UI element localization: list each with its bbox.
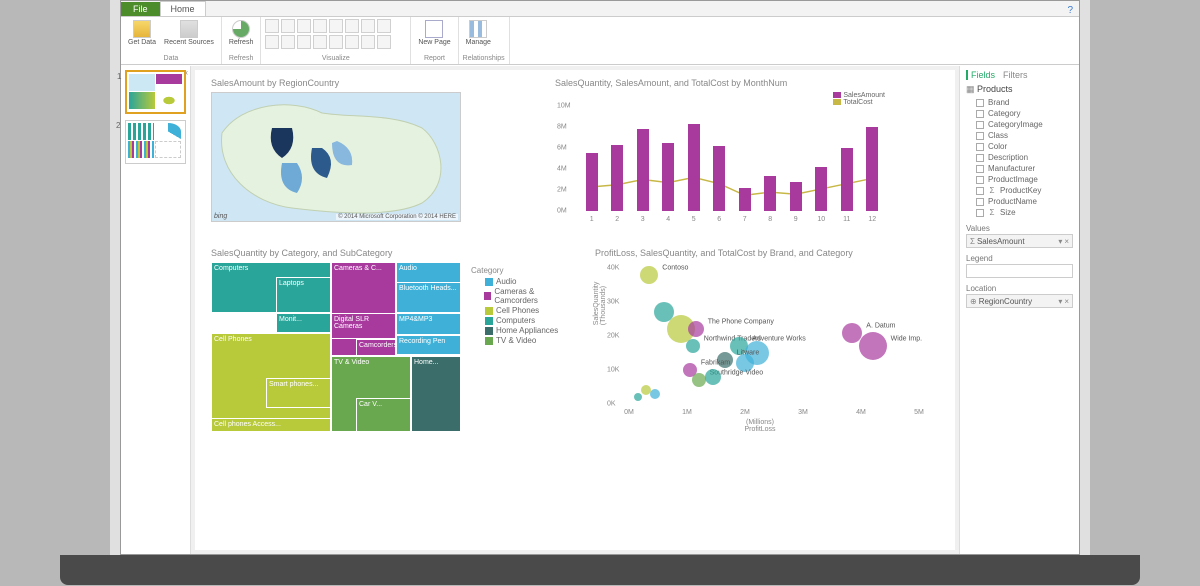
barline-legend: SalesAmount TotalCost [833,92,885,106]
page-thumbnails: ‹ 1 2 [121,66,191,554]
page-thumbnail-2[interactable]: 2 [125,120,186,164]
map-visual[interactable]: bing © 2014 Microsoft Corporation © 2014… [211,92,461,222]
values-well[interactable]: ΣSalesAmount ▾× [966,234,1073,248]
treemap-title: SalesQuantity by Category, and SubCatego… [211,248,581,258]
tab-file[interactable]: File [121,2,160,16]
field-brand[interactable]: Brand [966,97,1073,108]
report-canvas[interactable]: SalesAmount by RegionCountry bing © 2014… [195,70,955,550]
values-dropdown-icon[interactable]: ▾ [1058,237,1062,246]
values-remove-icon[interactable]: × [1064,237,1069,246]
field-class[interactable]: Class [966,130,1073,141]
ribbon-group-report: Report [415,55,453,62]
treemap-legend: Category AudioCameras & CamcordersCell P… [471,266,571,346]
ribbon-group-data: Data [125,55,217,62]
location-dropdown-icon[interactable]: ▾ [1058,297,1062,306]
ribbon-group-relationships: Relationships [463,55,505,62]
fields-pane: Fields Filters Products BrandCategoryCat… [959,66,1079,554]
barline-visual[interactable]: SalesAmount TotalCost 0M2M4M6M8M10M12345… [555,92,885,227]
laptop-base [60,555,1140,585]
field-description[interactable]: Description [966,152,1073,163]
field-category[interactable]: Category [966,108,1073,119]
get-data-button[interactable]: Get Data [125,19,159,47]
manage-relationships-button[interactable]: Manage [463,19,494,47]
visualization-gallery[interactable] [265,19,391,49]
ribbon-group-refresh: Refresh [226,55,257,62]
refresh-button[interactable]: Refresh [226,19,257,47]
fields-tab[interactable]: Fields [966,70,995,80]
map-title: SalesAmount by RegionCountry [211,78,461,88]
field-productname[interactable]: ProductName [966,196,1073,207]
table-products[interactable]: Products [966,84,1073,95]
location-remove-icon[interactable]: × [1064,297,1069,306]
new-page-button[interactable]: New Page [415,19,453,47]
scatter-visual[interactable]: SalesQuantity(Thousands) 0K10K20K30K40K0… [595,262,925,432]
barline-title: SalesQuantity, SalesAmount, and TotalCos… [555,78,895,88]
page-thumbnail-1[interactable]: 1 [125,70,186,114]
treemap-visual[interactable]: ComputersLaptopsMonit...Cameras & C...Di… [211,262,461,432]
location-well-label: Location [966,284,1073,293]
ribbon-tabs: File Home ? [121,1,1079,17]
ribbon-group-visualize: Visualize [265,55,406,62]
field-productkey[interactable]: ΣProductKey [966,185,1073,196]
location-well[interactable]: ⊕RegionCountry ▾× [966,294,1073,308]
ribbon: Get Data Recent Sources Data Refresh Ref… [121,17,1079,65]
field-productimage[interactable]: ProductImage [966,174,1073,185]
field-color[interactable]: Color [966,141,1073,152]
map-copyright: © 2014 Microsoft Corporation © 2014 HERE [336,214,458,220]
legend-well-label: Legend [966,254,1073,263]
field-manufacturer[interactable]: Manufacturer [966,163,1073,174]
bing-logo: bing [214,213,227,220]
values-well-label: Values [966,224,1073,233]
tab-home[interactable]: Home [160,1,206,16]
field-size[interactable]: ΣSize [966,207,1073,218]
recent-sources-button[interactable]: Recent Sources [161,19,217,47]
filters-tab[interactable]: Filters [1003,70,1028,80]
field-categoryimage[interactable]: CategoryImage [966,119,1073,130]
scatter-title: ProfitLoss, SalesQuantity, and TotalCost… [595,248,935,258]
help-icon[interactable]: ? [1067,5,1073,16]
legend-well[interactable] [966,264,1073,278]
